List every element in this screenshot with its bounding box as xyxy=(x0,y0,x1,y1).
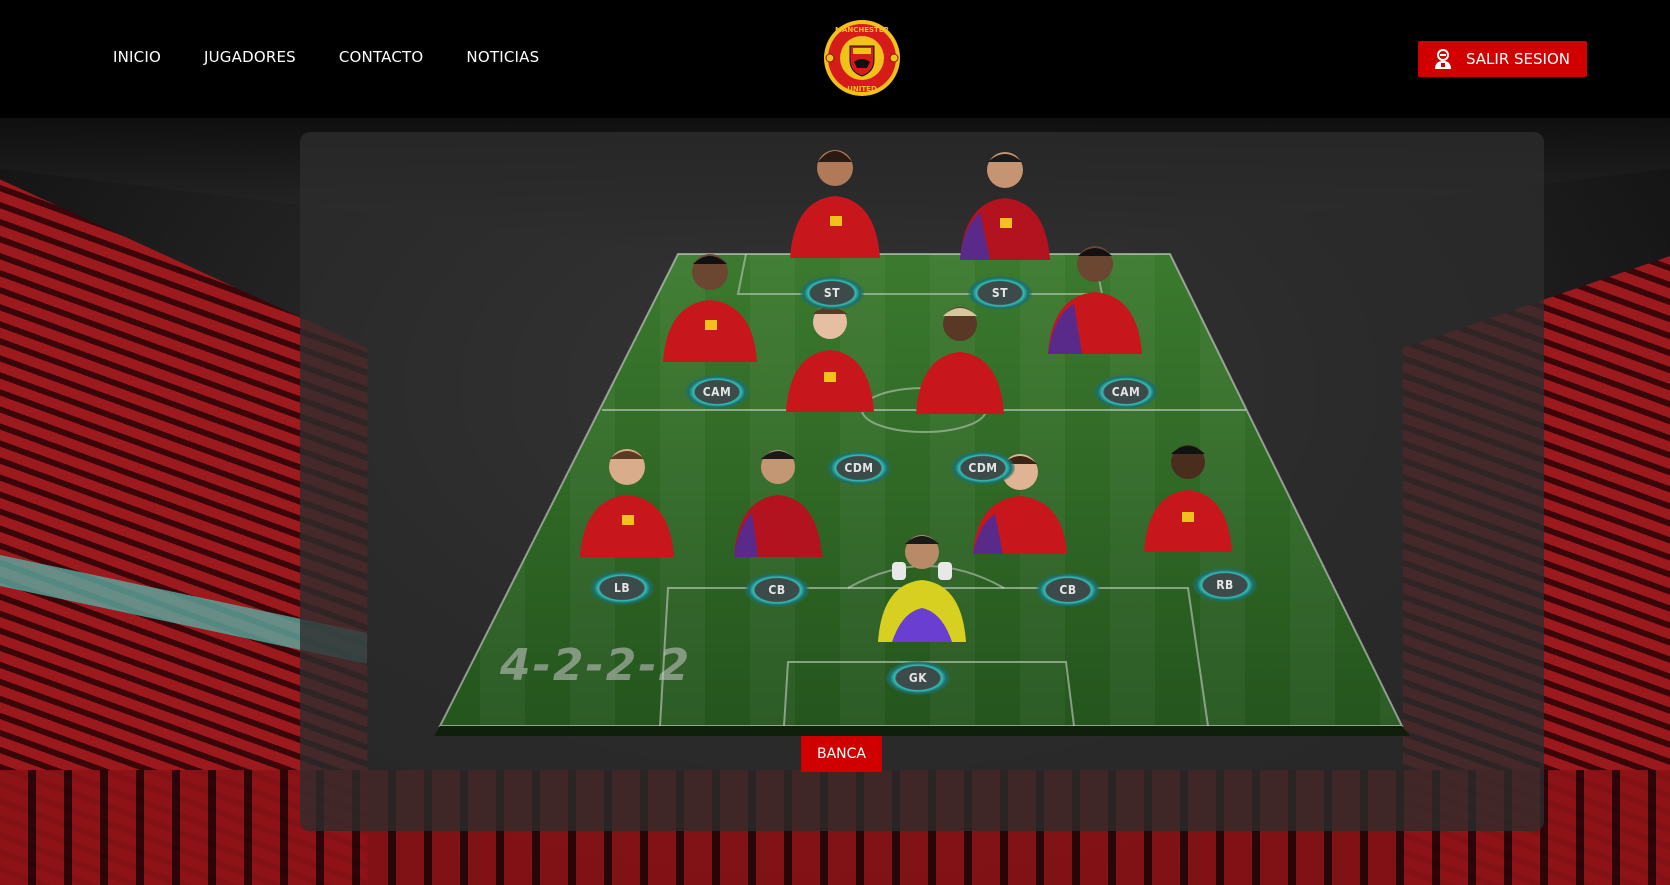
player-portrait-cb-left[interactable] xyxy=(728,437,828,557)
logout-button[interactable]: SALIR SESION xyxy=(1418,41,1587,77)
formation-label: 4-2-2-2 xyxy=(500,640,692,691)
player-portrait-lb[interactable] xyxy=(572,437,682,557)
position-label: CAM xyxy=(702,385,732,399)
position-label: ST xyxy=(991,286,1009,300)
player-portrait-cdm-left[interactable] xyxy=(780,292,880,412)
position-slot-cam-left[interactable]: CAM xyxy=(685,375,749,409)
position-slot-cb-left[interactable]: CB xyxy=(745,573,809,607)
nav-inicio[interactable]: INICIO xyxy=(113,48,161,66)
position-label: LB xyxy=(613,581,631,595)
position-label: CDM xyxy=(844,461,874,475)
position-slot-rb[interactable]: RB xyxy=(1193,568,1257,602)
position-slot-cam-right[interactable]: CAM xyxy=(1094,375,1158,409)
nav-jugadores[interactable]: JUGADORES xyxy=(204,48,296,66)
lineup-panel: 4-2-2-2 ST ST CAM CAM CDM CDM LB CB CB R… xyxy=(300,132,1544,831)
club-crest-logo[interactable]: MANCHESTER UNITED xyxy=(822,18,902,98)
svg-text:MANCHESTER: MANCHESTER xyxy=(835,26,890,34)
player-portrait-cam-right[interactable] xyxy=(1040,234,1150,354)
player-portrait-gk[interactable] xyxy=(872,522,972,642)
position-slot-cb-right[interactable]: CB xyxy=(1036,573,1100,607)
bench-button[interactable]: BANCA xyxy=(801,736,882,772)
position-label: ST xyxy=(823,286,841,300)
position-slot-st-right[interactable]: ST xyxy=(968,276,1032,310)
user-logout-icon xyxy=(1435,49,1451,69)
svg-text:UNITED: UNITED xyxy=(847,85,877,93)
player-portrait-rb[interactable] xyxy=(1138,432,1238,552)
position-slot-cdm-right[interactable]: CDM xyxy=(951,451,1015,485)
position-label: CAM xyxy=(1111,385,1141,399)
nav-contacto[interactable]: CONTACTO xyxy=(339,48,424,66)
position-slot-lb[interactable]: LB xyxy=(590,571,654,605)
logout-label: SALIR SESION xyxy=(1466,50,1571,68)
player-portrait-cdm-right[interactable] xyxy=(910,294,1010,414)
position-label: RB xyxy=(1216,578,1234,592)
position-label: GK xyxy=(908,671,928,685)
main-nav: INICIO JUGADORES CONTACTO NOTICIAS xyxy=(113,48,582,66)
nav-noticias[interactable]: NOTICIAS xyxy=(466,48,539,66)
football-pitch xyxy=(434,253,1410,736)
position-label: CB xyxy=(1059,583,1077,597)
player-portrait-cam-left[interactable] xyxy=(655,242,765,362)
position-slot-cdm-left[interactable]: CDM xyxy=(827,451,891,485)
position-slot-gk[interactable]: GK xyxy=(886,661,950,695)
top-navbar: INICIO JUGADORES CONTACTO NOTICIAS MANCH… xyxy=(0,0,1670,118)
position-label: CDM xyxy=(968,461,998,475)
position-slot-st-left[interactable]: ST xyxy=(800,276,864,310)
position-label: CB xyxy=(768,583,786,597)
player-portrait-st-left[interactable] xyxy=(780,138,890,258)
